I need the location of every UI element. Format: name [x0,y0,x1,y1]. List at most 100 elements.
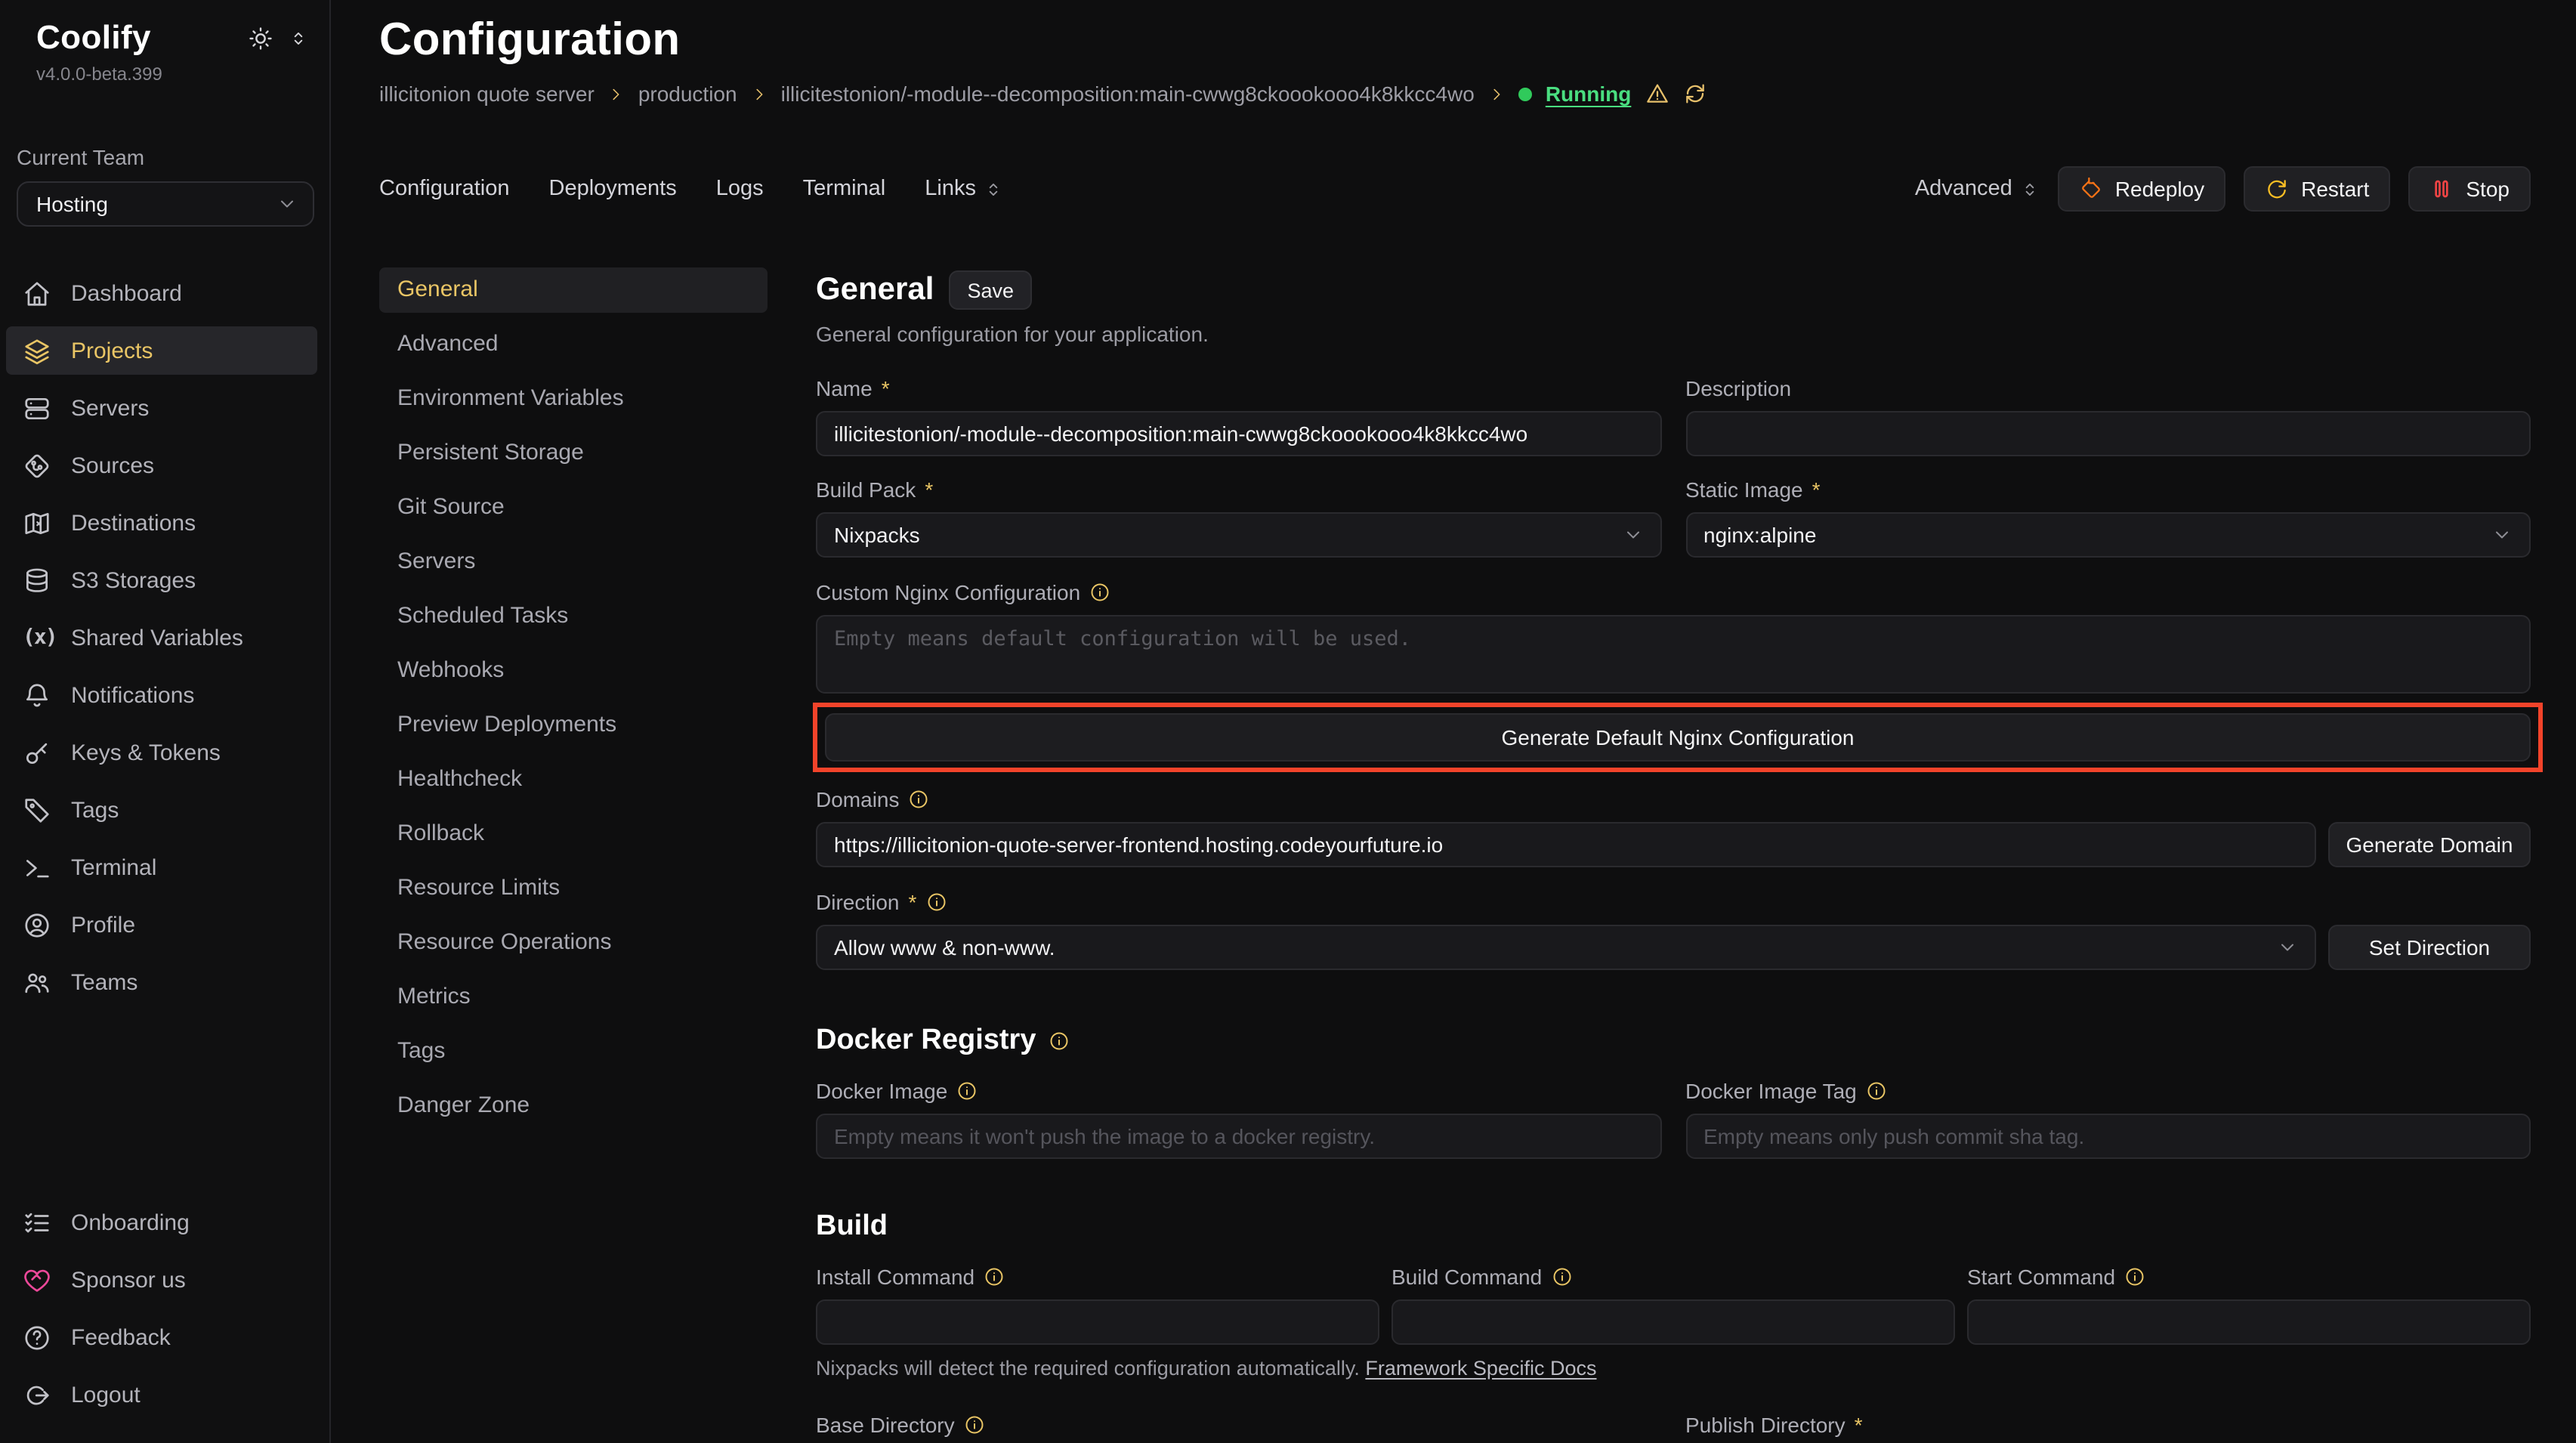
section-description: General configuration for your applicati… [816,322,2531,346]
breadcrumb: illicitonion quote server production ill… [379,82,2531,106]
info-icon[interactable] [1048,1030,1069,1052]
stop-button[interactable]: Stop [2408,166,2531,212]
subnav-advanced[interactable]: Advanced [379,322,768,367]
git-diamond-icon [23,451,51,480]
sidebar-item-logout[interactable]: Logout [6,1370,317,1419]
tab-logs[interactable]: Logs [716,177,764,201]
info-icon[interactable] [964,1414,985,1435]
refresh-icon[interactable] [1682,82,1707,106]
info-icon[interactable] [1866,1080,1887,1102]
direction-select[interactable]: Allow www & non-www. [816,925,2316,970]
tab-terminal[interactable]: Terminal [803,177,886,201]
heart-hands-icon [23,1265,51,1294]
sidebar-item-onboarding[interactable]: Onboarding [6,1198,317,1247]
nixpacks-note: Nixpacks will detect the required config… [816,1357,2531,1380]
subnav-general[interactable]: General [379,267,768,313]
red-annotation-highlight: Generate Default Nginx Configuration [813,703,2543,772]
sidebar-item-keys-tokens[interactable]: Keys & Tokens [6,728,317,777]
chevron-down-icon [2277,937,2298,958]
tab-configuration[interactable]: Configuration [379,177,510,201]
info-icon[interactable] [909,789,930,810]
restart-button[interactable]: Restart [2244,166,2390,212]
settings-subnav: General Advanced Environment Variables P… [379,267,768,1138]
sidebar-item-shared-variables[interactable]: (x) Shared Variables [6,613,317,662]
info-icon[interactable] [2124,1266,2145,1287]
warning-triangle-icon[interactable] [1645,82,1669,106]
subnav-healthcheck[interactable]: Healthcheck [379,757,768,802]
install-command-input[interactable] [816,1299,1379,1345]
subnav-tags[interactable]: Tags [379,1029,768,1074]
bell-icon [23,681,51,709]
page-title: Configuration [379,15,2531,66]
subnav-metrics[interactable]: Metrics [379,975,768,1020]
redeploy-button[interactable]: Redeploy [2058,166,2225,212]
subnav-resource-limits[interactable]: Resource Limits [379,866,768,911]
breadcrumb-project[interactable]: illicitonion quote server [379,82,595,106]
domains-input[interactable] [816,822,2316,867]
start-command-input[interactable] [1967,1299,2531,1345]
static-image-select[interactable]: nginx:alpine [1685,512,2531,558]
custom-nginx-config-textarea[interactable] [816,615,2531,694]
status-badge[interactable]: Running [1546,82,1632,106]
chevrons-up-down-icon [2020,179,2040,199]
description-input[interactable] [1685,411,2531,456]
breadcrumb-application[interactable]: illicitestonion/-module--decomposition:m… [781,82,1475,106]
framework-docs-link[interactable]: Framework Specific Docs [1365,1357,1596,1380]
sidebar-item-profile[interactable]: Profile [6,901,317,949]
sidebar-item-dashboard[interactable]: Dashboard [6,269,317,317]
sidebar-item-notifications[interactable]: Notifications [6,671,317,719]
sidebar: Coolify v4.0.0-beta.399 Current Team Hos… [0,0,331,1443]
info-icon[interactable] [956,1080,978,1102]
breadcrumb-environment[interactable]: production [638,82,737,106]
subnav-scheduled-tasks[interactable]: Scheduled Tasks [379,594,768,639]
server-icon [23,394,51,422]
sidebar-item-destinations[interactable]: Destinations [6,499,317,547]
database-icon [23,566,51,595]
subnav-rollback[interactable]: Rollback [379,811,768,857]
generate-default-nginx-button[interactable]: Generate Default Nginx Configuration [825,713,2531,762]
name-input[interactable] [816,411,1661,456]
docker-image-input[interactable] [816,1114,1661,1159]
key-icon [23,738,51,767]
sidebar-item-teams[interactable]: Teams [6,958,317,1006]
build-pack-select[interactable]: Nixpacks [816,512,1661,558]
chevrons-up-down-icon [984,179,1003,199]
subnav-resource-operations[interactable]: Resource Operations [379,920,768,966]
advanced-menu[interactable]: Advanced [1915,177,2040,201]
subnav-persistent-storage[interactable]: Persistent Storage [379,431,768,476]
build-command-input[interactable] [1391,1299,1955,1345]
tab-links[interactable]: Links [925,177,1003,201]
theme-toggle-sun-icon[interactable] [248,25,273,51]
info-icon[interactable] [1551,1266,1572,1287]
tab-deployments[interactable]: Deployments [549,177,677,201]
sidebar-nav: Dashboard Projects Servers Sources Desti… [0,269,329,1006]
docker-image-tag-input[interactable] [1685,1114,2531,1159]
tag-icon [23,796,51,824]
sidebar-collapse-chevrons-icon[interactable] [289,28,308,48]
sidebar-item-sources[interactable]: Sources [6,441,317,490]
sidebar-item-terminal[interactable]: Terminal [6,843,317,891]
save-button[interactable]: Save [949,270,1032,310]
subnav-servers[interactable]: Servers [379,539,768,585]
generate-domain-button[interactable]: Generate Domain [2328,822,2531,867]
set-direction-button[interactable]: Set Direction [2328,925,2531,970]
info-icon[interactable] [1089,582,1110,603]
subnav-danger-zone[interactable]: Danger Zone [379,1083,768,1129]
subnav-environment-variables[interactable]: Environment Variables [379,376,768,422]
sidebar-item-servers[interactable]: Servers [6,384,317,432]
info-icon[interactable] [925,891,947,913]
sidebar-item-feedback[interactable]: Feedback [6,1313,317,1361]
sidebar-item-tags[interactable]: Tags [6,786,317,834]
info-icon[interactable] [984,1266,1005,1287]
team-select[interactable]: Hosting [17,181,314,227]
subnav-preview-deployments[interactable]: Preview Deployments [379,703,768,748]
list-checks-icon [23,1208,51,1237]
sidebar-item-s3-storages[interactable]: S3 Storages [6,556,317,604]
section-heading-build: Build [816,1210,888,1244]
app-version: v4.0.0-beta.399 [0,57,329,85]
sidebar-item-projects[interactable]: Projects [6,326,317,375]
sidebar-item-sponsor[interactable]: Sponsor us [6,1256,317,1304]
subnav-webhooks[interactable]: Webhooks [379,648,768,694]
chevron-right-icon [1488,85,1505,102]
subnav-git-source[interactable]: Git Source [379,485,768,530]
